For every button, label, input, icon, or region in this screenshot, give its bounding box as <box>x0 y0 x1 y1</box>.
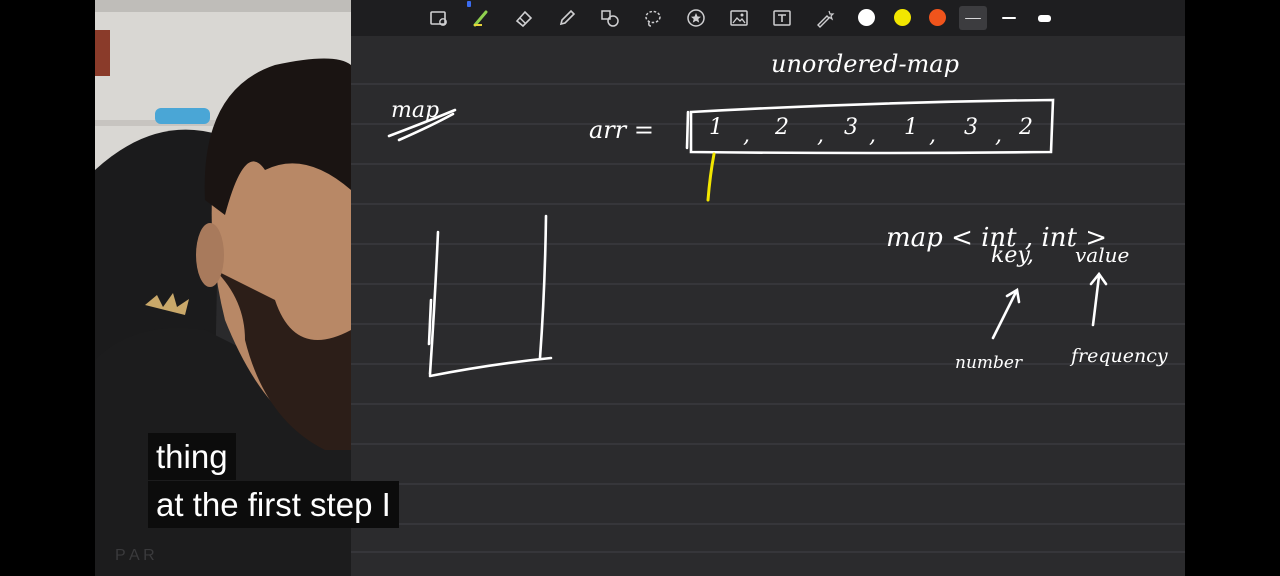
lasso-icon <box>645 10 661 27</box>
image-icon <box>730 10 748 26</box>
color-swatch-orange[interactable] <box>929 9 946 26</box>
lasso-tool[interactable] <box>641 6 665 30</box>
handwritten-array-label: arr = <box>589 116 654 144</box>
svg-text:P A R: P A R <box>115 547 155 564</box>
handwritten-notes: unordered-map map arr = 1 2 3 1 3 2 ,,, … <box>387 50 1168 378</box>
array-value-4: 1 <box>904 115 918 140</box>
shapes-icon <box>601 10 619 27</box>
array-value-2: 2 <box>774 115 789 140</box>
array-value-1: 1 <box>709 115 723 140</box>
handwritten-key-label: key, <box>991 243 1034 268</box>
left-letterbox <box>0 0 95 576</box>
laser-pointer-icon <box>817 10 835 28</box>
handwritten-value-label: value <box>1075 243 1129 267</box>
array-value-6: 2 <box>1018 115 1033 140</box>
handwritten-title: unordered-map <box>771 50 959 78</box>
pencil-icon <box>559 9 576 26</box>
eraser-icon <box>515 10 533 28</box>
svg-text:,: , <box>929 123 936 148</box>
stroke-width-medium[interactable] <box>995 6 1023 30</box>
handwritten-key-note: number <box>955 353 1023 373</box>
image-select-icon <box>430 11 447 26</box>
svg-text:,: , <box>995 123 1002 148</box>
sticker-tool[interactable] <box>684 6 708 30</box>
stroke-width-thin[interactable] <box>959 6 987 30</box>
array-values: 1 2 3 1 3 2 ,,, ,, <box>709 115 1033 148</box>
star-circle-icon <box>687 9 705 27</box>
annotation-toolbar <box>351 0 1185 36</box>
svg-text:,: , <box>869 123 876 148</box>
stroke-width-thick[interactable] <box>1030 6 1058 30</box>
array-value-5: 3 <box>964 115 978 140</box>
image-tool[interactable] <box>727 6 751 30</box>
highlighter-tool[interactable] <box>467 1 493 30</box>
video-frame: P A R unordered-map map arr = 1 2 3 1 3 … <box>0 0 1280 576</box>
thick-line-icon <box>1037 14 1051 22</box>
laser-tool[interactable] <box>813 6 837 30</box>
pencil-tool[interactable] <box>555 6 579 30</box>
active-tool-indicator <box>467 1 471 7</box>
eraser-tool[interactable] <box>512 6 536 30</box>
lasso-image-tool[interactable] <box>427 6 451 30</box>
right-letterbox <box>1185 0 1280 576</box>
array-value-3: 3 <box>844 115 858 140</box>
color-swatch-white[interactable] <box>858 9 875 26</box>
svg-text:,: , <box>743 123 750 148</box>
highlighter-icon <box>473 10 488 27</box>
text-tool[interactable] <box>770 6 794 30</box>
whiteboard-canvas[interactable]: unordered-map map arr = 1 2 3 1 3 2 ,,, … <box>351 0 1185 576</box>
subtitle-line-1: thing <box>148 433 236 480</box>
color-swatch-yellow[interactable] <box>894 9 911 26</box>
thin-line-icon <box>965 17 981 19</box>
medium-line-icon <box>1002 17 1016 19</box>
svg-text:,: , <box>817 123 824 148</box>
text-box-icon <box>773 10 791 26</box>
subtitle-line-2: at the first step I <box>148 481 399 528</box>
handwritten-value-note: frequency <box>1069 345 1168 367</box>
shapes-tool[interactable] <box>598 6 622 30</box>
